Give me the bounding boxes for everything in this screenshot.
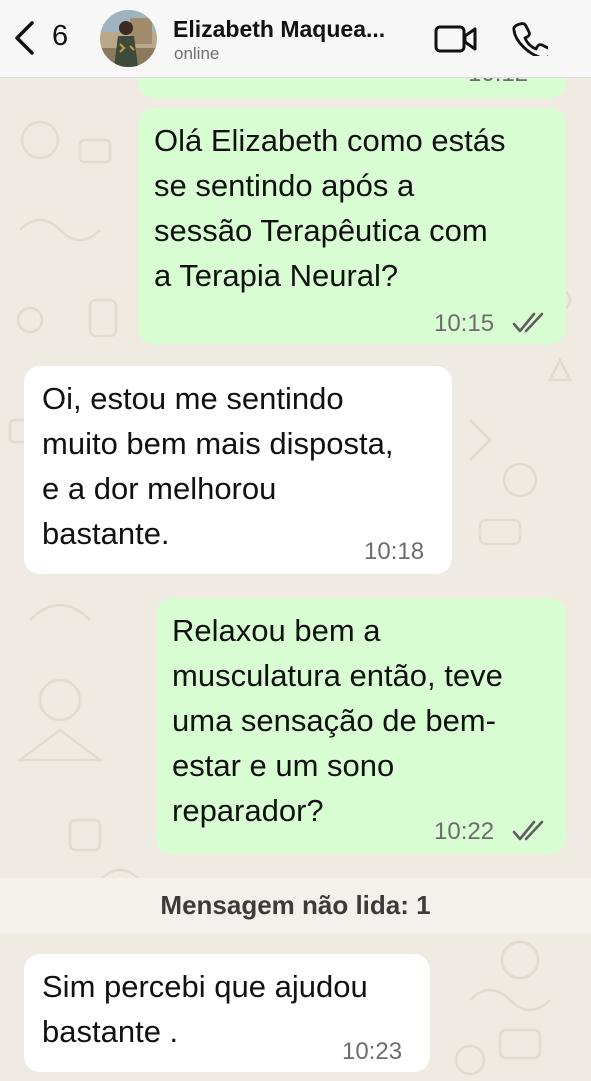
- message-bubble-incoming[interactable]: Sim percebi que ajudou bastante . 10:23: [24, 954, 430, 1072]
- message-line: e a dor melhorou: [42, 471, 277, 506]
- message-line: Olá Elizabeth como estás: [154, 123, 506, 158]
- chevron-left-icon: [15, 21, 34, 55]
- message-bubble-incoming[interactable]: Oi, estou me sentindo muito bem mais dis…: [24, 366, 452, 574]
- message-line: a Terapia Neural?: [154, 258, 399, 293]
- message-line: Sim percebi que ajudou: [42, 969, 368, 1004]
- message-line: uma sensação de bem-: [172, 703, 496, 738]
- message-time: 10:18: [364, 538, 425, 565]
- message-line: se sentindo após a: [154, 168, 415, 203]
- message-bubble-outgoing[interactable]: Relaxou bem a musculatura então, teve um…: [156, 598, 566, 854]
- phone-icon: [512, 22, 552, 60]
- message-bubble-outgoing[interactable]: Olá Elizabeth como estás se sentindo apó…: [138, 108, 566, 344]
- voice-call-button[interactable]: [512, 20, 552, 61]
- message-line: sessão Terapêutica com: [154, 213, 488, 248]
- unread-messages-divider: Mensagem não lida: 1: [0, 878, 591, 934]
- message-line: bastante .: [42, 1014, 179, 1049]
- double-check-icon: [512, 312, 544, 333]
- chat-header: 6 Elizabeth Maquea... online: [0, 0, 591, 78]
- message-line: musculatura então, teve: [172, 658, 503, 693]
- back-button[interactable]: 6: [12, 18, 82, 58]
- message-line: muito bem mais disposta,: [42, 426, 394, 461]
- message-line: Oi, estou me sentindo: [42, 381, 344, 416]
- message-line: estar e um sono: [172, 748, 395, 783]
- contact-name[interactable]: Elizabeth Maquea...: [173, 16, 413, 43]
- message-line: bastante.: [42, 516, 170, 551]
- message-line: Relaxou bem a: [172, 613, 381, 648]
- message-time: 10:15: [434, 310, 495, 337]
- double-check-icon: [512, 820, 544, 841]
- unread-label: Mensagem não lida: 1: [160, 890, 431, 920]
- avatar[interactable]: [100, 10, 157, 67]
- message-time: 10:22: [434, 818, 495, 845]
- video-camera-icon: [434, 25, 477, 53]
- video-call-button[interactable]: [434, 22, 478, 61]
- contact-status: online: [174, 44, 220, 63]
- unread-chats-count: 6: [52, 20, 69, 52]
- avatar-image: [100, 10, 157, 67]
- message-time: 10:23: [342, 1038, 403, 1065]
